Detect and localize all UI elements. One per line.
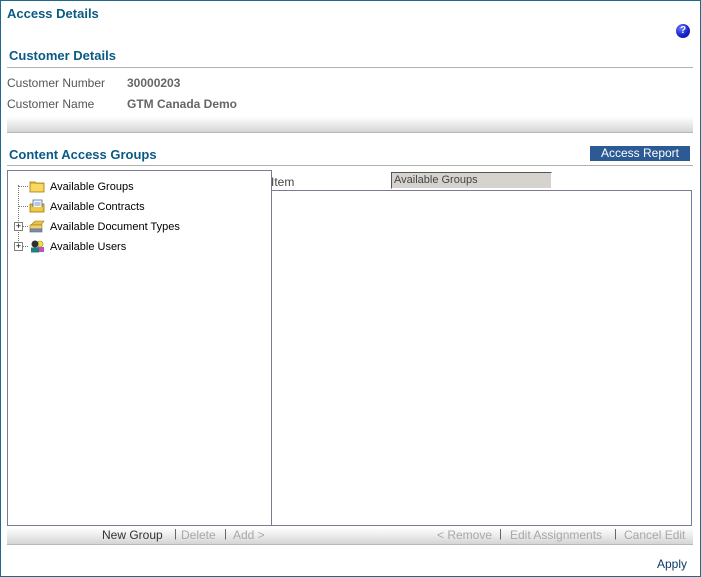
groups-tree-panel: Available Groups Available Contracts + A… <box>7 170 272 526</box>
content-access-groups-title: Content Access Groups <box>9 147 157 162</box>
separator: | <box>174 528 177 540</box>
item-label: Item <box>271 175 295 189</box>
folder-icon <box>29 181 45 193</box>
separator: | <box>614 528 617 540</box>
tree-item-label: Available Groups <box>50 181 134 193</box>
access-report-button[interactable]: Access Report <box>590 146 690 161</box>
customer-name-label: Customer Name <box>7 97 95 111</box>
tree-item-label: Available Document Types <box>50 221 180 233</box>
item-field: Available Groups <box>391 172 552 189</box>
add-button[interactable]: Add > <box>233 528 265 542</box>
customer-details-title: Customer Details <box>9 48 116 63</box>
separator: | <box>499 528 502 540</box>
divider <box>7 67 693 68</box>
tree-item-label: Available Users <box>50 241 127 253</box>
tree-item-available-users[interactable]: + Available Users <box>8 238 208 256</box>
remove-button[interactable]: < Remove <box>437 528 492 542</box>
expand-icon[interactable]: + <box>14 242 23 251</box>
cancel-edit-button[interactable]: Cancel Edit <box>624 528 685 542</box>
separator: | <box>224 528 227 540</box>
customer-number-value: 30000203 <box>127 76 181 90</box>
section-separator-bar <box>7 116 693 133</box>
delete-button[interactable]: Delete <box>181 528 216 542</box>
document-types-icon <box>29 220 45 233</box>
divider <box>7 165 693 166</box>
detail-panel <box>271 190 692 526</box>
new-group-button[interactable]: New Group <box>102 528 163 542</box>
page-title: Access Details <box>7 6 99 21</box>
action-bar: New Group | Delete | Add > < Remove | Ed… <box>7 527 693 545</box>
apply-button[interactable]: Apply <box>657 557 687 571</box>
tree-item-label: Available Contracts <box>50 201 145 213</box>
expand-icon[interactable]: + <box>14 222 23 231</box>
edit-assignments-button[interactable]: Edit Assignments <box>510 528 602 542</box>
contract-icon <box>29 199 45 213</box>
tree-item-available-groups[interactable]: Available Groups <box>8 178 208 196</box>
tree-item-available-contracts[interactable]: Available Contracts <box>8 198 208 216</box>
customer-name-value: GTM Canada Demo <box>127 97 238 111</box>
help-icon[interactable]: ? <box>676 24 690 38</box>
tree-item-available-document-types[interactable]: + Available Document Types <box>8 218 228 236</box>
users-icon <box>31 240 44 253</box>
customer-number-label: Customer Number <box>7 76 106 90</box>
